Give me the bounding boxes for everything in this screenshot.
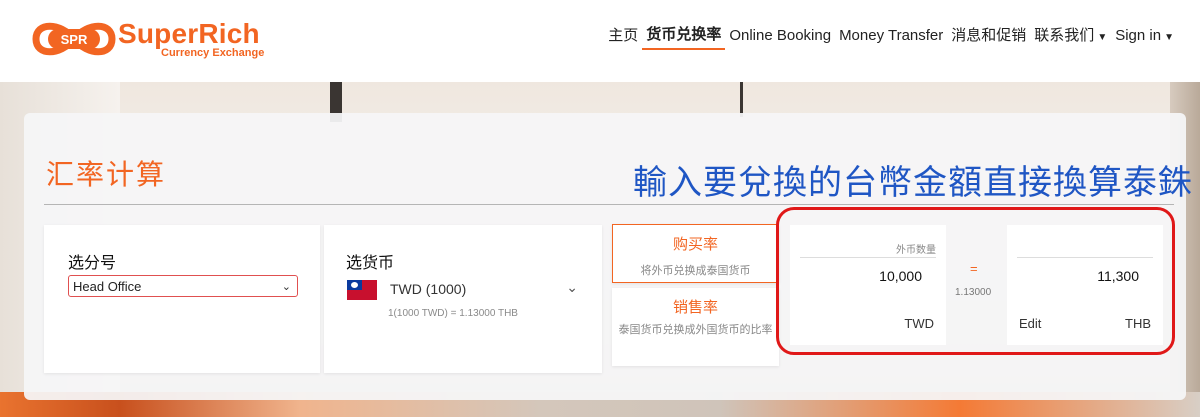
branch-card: 选分号 Head Office ⌄ <box>44 225 320 373</box>
spr-logo-icon: SPR <box>32 22 116 56</box>
caret-down-icon: ▼ <box>1164 32 1174 43</box>
buy-rate-subtitle: 将外币兑换成泰国货币 <box>640 265 751 277</box>
thb-amount-value[interactable]: 11,300 <box>1097 268 1139 284</box>
sell-rate-subtitle: 泰国货币兑换成外国货币的比率 <box>618 324 773 336</box>
currency-label: 选货币 <box>346 255 395 272</box>
nav-money-transfer[interactable]: Money Transfer <box>835 25 947 49</box>
branch-select[interactable]: Head Office ⌄ <box>68 275 298 297</box>
logo[interactable]: SPR SuperRich Currency Exchange <box>30 14 280 64</box>
nav-home[interactable]: 主页 <box>604 25 642 49</box>
buy-rate-button[interactable]: 购买率 将外币兑换成泰国货币 <box>612 224 779 283</box>
currency-rate-note: 1(1000 TWD) = 1.13000 THB <box>388 308 518 319</box>
currency-card[interactable]: 选货币 TWD (1000) ⌄ 1(1000 TWD) = 1.13000 T… <box>324 225 602 373</box>
annotation-text: 輸入要兌換的台幣金額直接換算泰銖 <box>633 164 1193 202</box>
svg-text:SPR: SPR <box>61 32 88 47</box>
branch-selected-value: Head Office <box>73 279 142 294</box>
ceiling-fixture <box>740 82 743 117</box>
foreign-amount-value[interactable]: 10,000 <box>879 268 922 284</box>
divider <box>800 257 936 258</box>
foreign-currency-code: TWD <box>904 316 934 331</box>
calculator-title: 汇率计算 <box>46 159 167 190</box>
sell-rate-button[interactable]: 销售率 泰国货币兑换成外国货币的比率 <box>612 288 779 366</box>
edit-link[interactable]: Edit <box>1019 316 1041 331</box>
site-header: SPR SuperRich Currency Exchange 主页 货币兑换率… <box>0 0 1200 82</box>
thb-amount-field[interactable]: 11,300 Edit THB <box>1007 225 1163 345</box>
nav-sign-in[interactable]: Sign in ▼ <box>1111 25 1178 49</box>
thb-currency-code: THB <box>1125 316 1151 331</box>
buy-rate-title: 购买率 <box>672 236 718 253</box>
caret-down-icon: ▼ <box>1097 32 1108 43</box>
nav-exchange-rates[interactable]: 货币兑换率 <box>642 24 726 50</box>
nav-contact-us[interactable]: 联系我们 ▼ <box>1030 25 1111 49</box>
branch-label: 选分号 <box>68 255 117 272</box>
divider <box>1017 257 1153 258</box>
taiwan-flag-icon <box>347 280 377 300</box>
currency-selected-value: TWD (1000) <box>390 281 467 297</box>
foreign-amount-field[interactable]: 外币数量 10,000 TWD <box>790 225 946 345</box>
nav-news-promotions[interactable]: 消息和促销 <box>947 25 1030 49</box>
nav-online-booking[interactable]: Online Booking <box>725 25 835 49</box>
chevron-down-icon: ⌄ <box>281 281 291 293</box>
brand-name: SuperRich <box>118 18 260 49</box>
divider <box>44 204 1174 205</box>
chevron-down-icon[interactable]: ⌄ <box>566 279 578 296</box>
equals-sign: = <box>970 261 978 276</box>
sell-rate-title: 销售率 <box>672 299 718 316</box>
main-nav: 主页 货币兑换率 Online Booking Money Transfer 消… <box>604 24 1178 50</box>
exchange-rate-value: 1.13000 <box>955 287 992 298</box>
brand-tagline: Currency Exchange <box>161 47 265 59</box>
foreign-amount-caption: 外币数量 <box>896 245 936 256</box>
